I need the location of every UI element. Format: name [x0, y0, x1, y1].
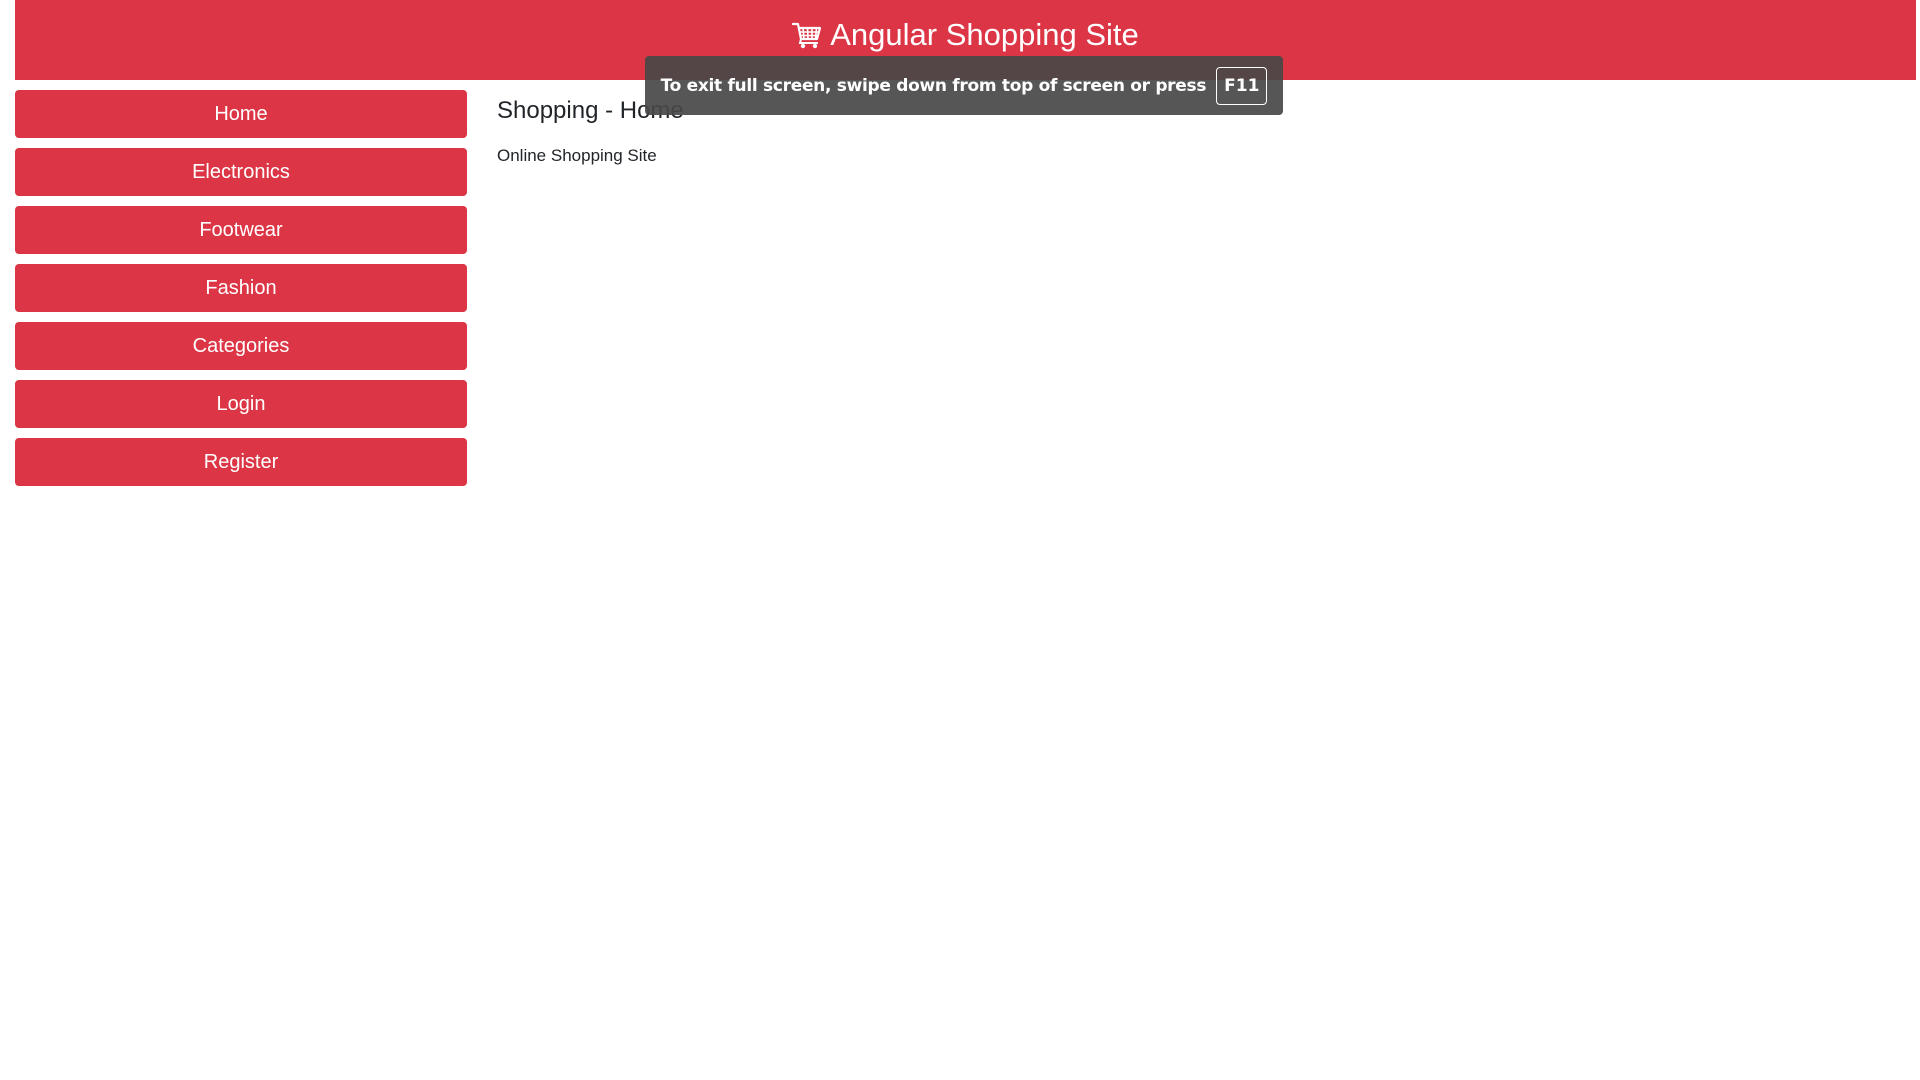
sidebar-item-categories[interactable]: Categories	[15, 322, 467, 370]
sidebar-item-electronics[interactable]: Electronics	[15, 148, 467, 196]
f11-key-badge: F11	[1216, 66, 1268, 105]
page-description: Online Shopping Site	[497, 146, 657, 165]
sidebar-item-login[interactable]: Login	[15, 380, 467, 428]
fullscreen-exit-notice: To exit full screen, swipe down from top…	[645, 56, 1283, 115]
site-title: Angular Shopping Site	[792, 17, 1139, 53]
sidebar-item-register[interactable]: Register	[15, 438, 467, 486]
sidebar-item-home[interactable]: Home	[15, 90, 467, 138]
sidebar-item-fashion[interactable]: Fashion	[15, 264, 467, 312]
site-title-text: Angular Shopping Site	[830, 17, 1139, 52]
sidebar-nav: Home Electronics Footwear Fashion Catego…	[15, 90, 467, 496]
sidebar-item-footwear[interactable]: Footwear	[15, 206, 467, 254]
fullscreen-notice-message: To exit full screen, swipe down from top…	[660, 75, 1207, 96]
shopping-cart-icon	[792, 21, 822, 49]
